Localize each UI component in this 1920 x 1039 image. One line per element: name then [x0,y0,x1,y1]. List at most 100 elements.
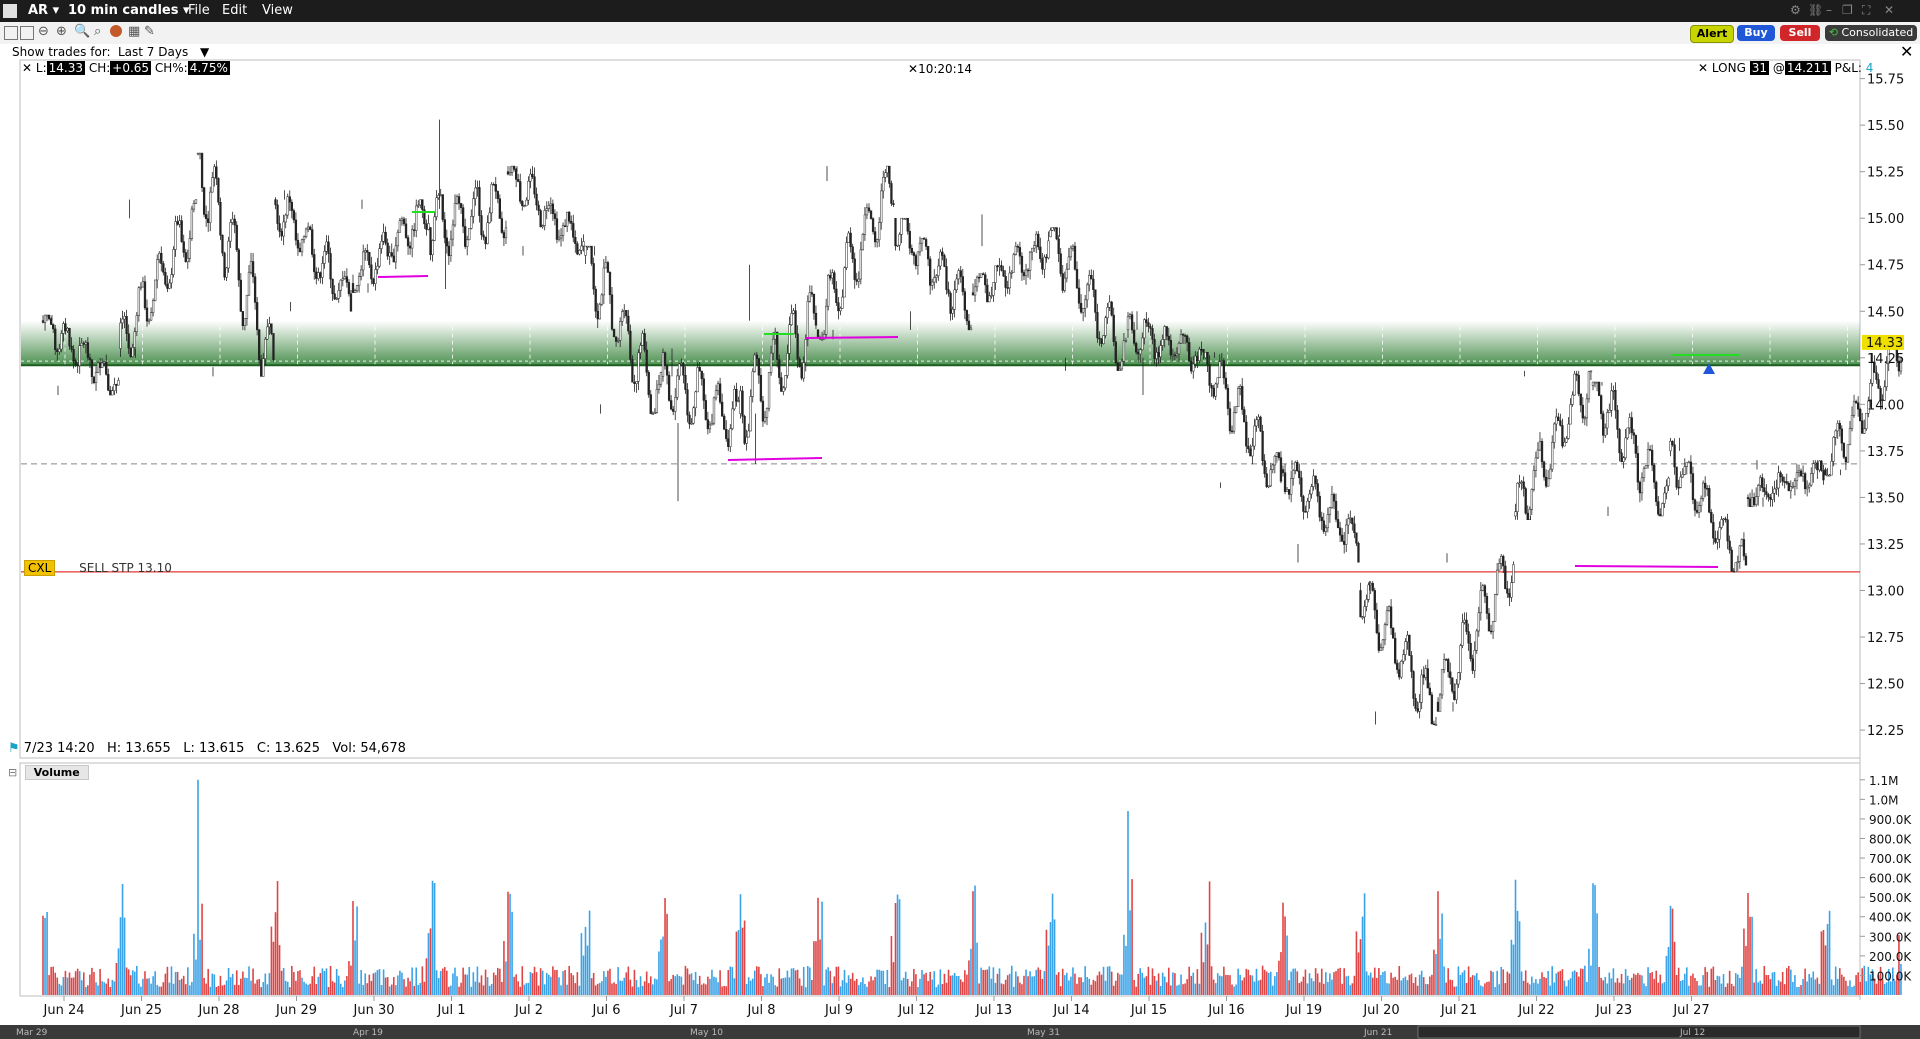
link-icon[interactable]: ⛓ [1808,3,1823,17]
candle-body [1271,464,1274,470]
candle-body [1081,308,1085,313]
volume-bar [770,974,772,995]
candle-body [1540,441,1544,463]
volume-bar [629,979,632,995]
zoom-icon[interactable]: 🔍 [74,24,90,39]
grid-icon[interactable]: ▦ [128,24,140,39]
collapse-icon[interactable]: ⊟ [8,766,17,779]
candle-body [370,264,373,280]
volume-bar [109,986,112,995]
bar-type-icon[interactable] [20,26,34,40]
menu-file[interactable]: File [188,3,210,18]
volume-bar [1822,930,1825,995]
stop-order-label[interactable]: CXL SELL STP 13.10 [24,560,172,576]
candle-body [1579,393,1582,406]
volume-bar [1380,974,1382,995]
consolidated-button[interactable]: ⟲ Consolidated [1825,25,1917,41]
restore-icon[interactable]: ❐ [1842,3,1853,17]
interval-selector[interactable]: 10 min candles ▾ [68,3,190,18]
position-price: 14.211 [1784,61,1831,75]
candle-body [961,276,964,292]
volume-bar [1066,972,1068,995]
volume-bar [1325,972,1327,995]
volume-bar [1316,973,1319,995]
zoom-in-icon[interactable]: ⊕ [56,24,67,39]
candle-body [818,337,822,340]
volume-bar [1359,939,1362,995]
chart-canvas[interactable]: 15.7515.5015.2515.0014.7514.5014.2514.00… [0,0,1920,1039]
cancel-order-button[interactable]: CXL [24,560,56,576]
volume-bar [129,975,132,995]
volume-bar [1741,966,1743,995]
candle-body [398,220,402,233]
gear-icon[interactable]: ⚙ [1790,3,1801,17]
volume-bar [860,982,862,995]
volume-bar [843,969,846,995]
candle-body [1224,377,1228,389]
volume-bar [1865,981,1868,995]
volume-bar [82,972,85,995]
candle-body [933,277,936,283]
volume-bar [964,970,966,995]
volume-bar [1469,977,1472,995]
candle-body [1877,379,1880,389]
volume-bar [882,970,885,995]
volume-bar [598,982,601,995]
volume-bar [1726,983,1729,995]
close-icon[interactable]: ✕ [22,61,32,75]
candle-body [1642,467,1646,479]
volume-bar [392,977,395,995]
zoom-out-icon[interactable]: ⊖ [38,24,49,39]
symbol-selector[interactable]: AR ▾ [28,3,59,18]
volume-bar [423,981,426,995]
navigator-window[interactable] [1417,1025,1861,1039]
volume-bar [1249,975,1252,995]
volume-bar [1104,980,1107,995]
volume-bar [1506,971,1509,995]
crosshair-icon[interactable] [110,25,122,37]
candle-body [1536,449,1540,459]
annotation-lines [377,211,1740,568]
close-icon[interactable]: ✕ [1698,61,1708,75]
chart-type-icon[interactable] [4,26,18,40]
menu-view[interactable]: View [262,3,293,18]
volume-bar [1449,979,1452,995]
volume-bar [215,986,218,995]
interval-label: 10 min candles [68,3,179,18]
magnify-icon[interactable]: ⌕ [94,24,101,39]
candle-body [1051,227,1054,231]
navigator-strip[interactable] [0,1025,1920,1039]
volume-bar [558,977,560,995]
volume-bar [356,906,358,995]
candle-body [1712,522,1715,539]
volume-bar [309,983,311,995]
candle-body [1126,316,1130,331]
volume-bar [694,971,697,995]
volume-bar [639,976,642,995]
window-close-icon[interactable]: ✕ [1884,3,1894,17]
candle-body [364,250,367,253]
buy-button[interactable]: Buy [1737,25,1775,41]
show-trades-select[interactable]: Last 7 Days ▼ [118,45,209,59]
draw-icon[interactable]: ✎ [144,24,155,39]
volume-bar [1431,974,1433,995]
alert-button[interactable]: Alert [1690,25,1734,43]
candle-body [841,296,844,309]
menu-edit[interactable]: Edit [222,3,247,18]
candle-body [833,272,836,290]
position-at: @ [1772,61,1785,75]
volume-bar [931,979,934,995]
candle-body [1232,412,1236,432]
minimize-icon[interactable]: – [1826,3,1832,17]
volume-bar [1386,983,1388,995]
close-chart-icon[interactable]: ✕ [1900,42,1913,61]
volume-bar [1320,968,1323,995]
maximize-icon[interactable]: ⛶ [1862,3,1870,18]
volume-bar [366,983,369,995]
candle-body [231,218,234,223]
close-icon[interactable]: ✕ [908,62,918,76]
volume-bar [666,913,668,995]
sell-button[interactable]: Sell [1780,25,1820,41]
volume-bar [1688,985,1690,995]
candle-body [1671,440,1674,446]
